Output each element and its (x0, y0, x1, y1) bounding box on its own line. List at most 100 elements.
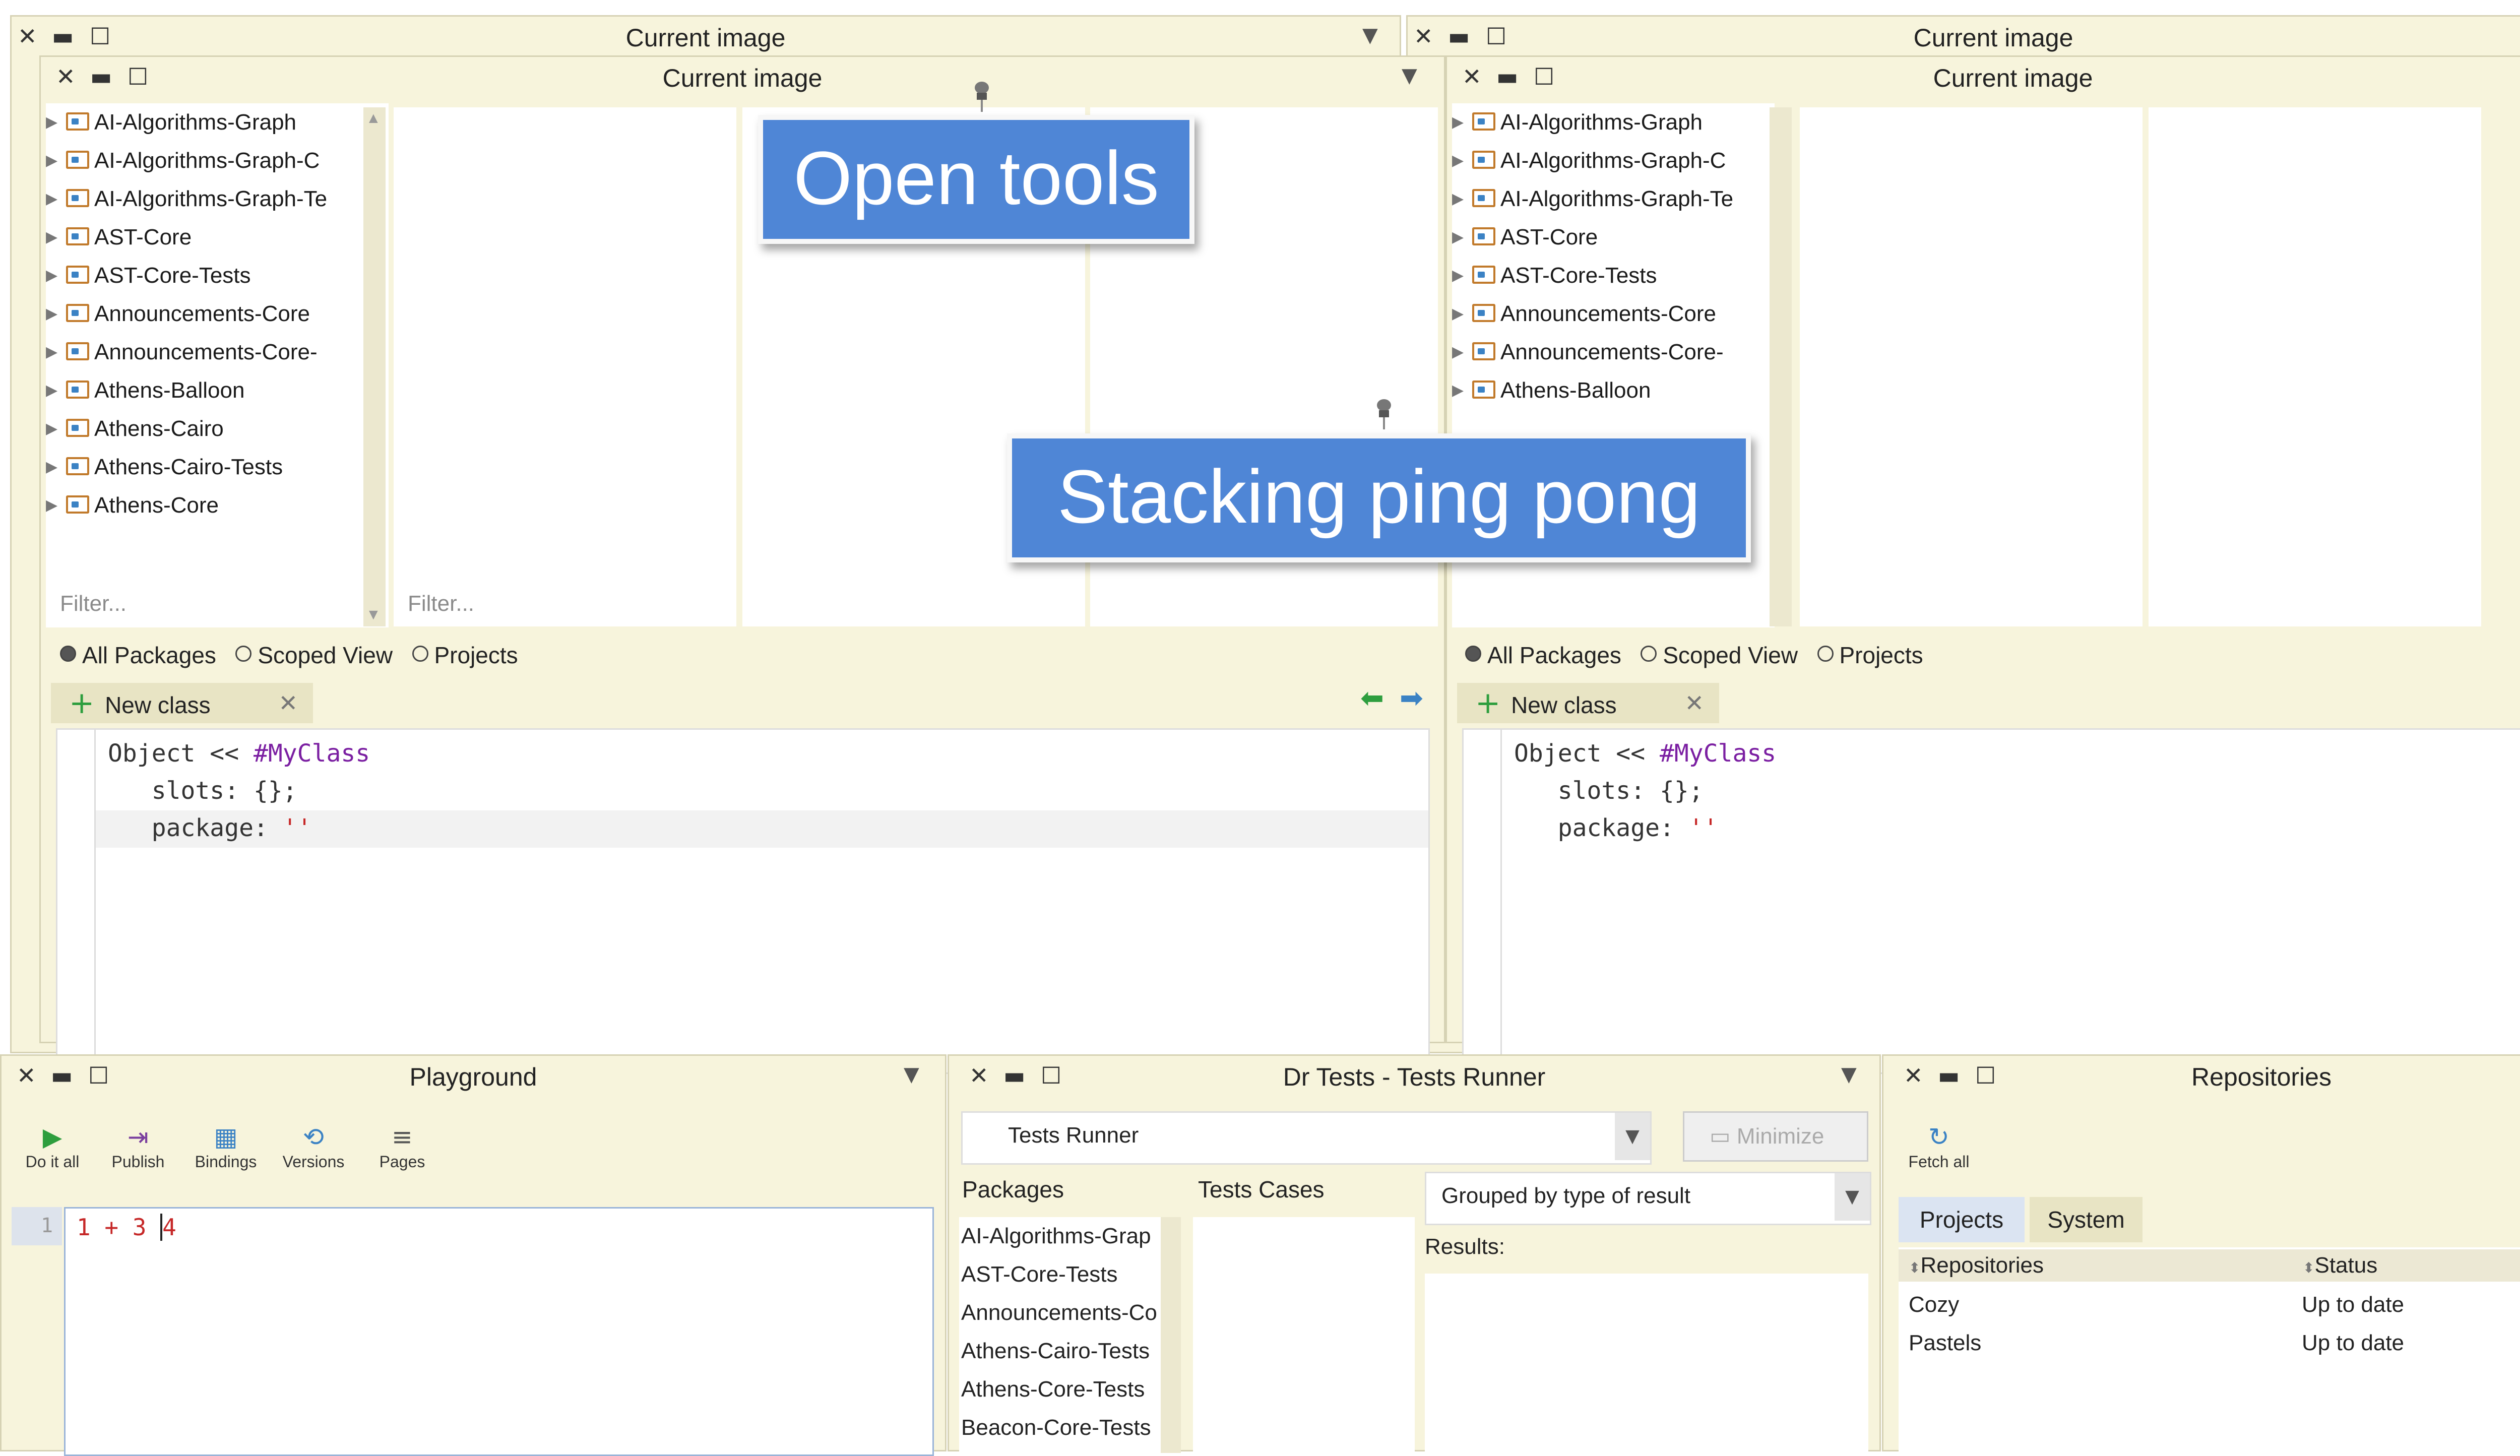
tab-projects[interactable]: Projects (1899, 1197, 2025, 1242)
col-repositories[interactable]: ⬍Repositories (1899, 1249, 2301, 1282)
package-label: AST-Core-Tests (94, 263, 251, 288)
group-select[interactable]: Grouped by type of result ▼ (1425, 1172, 1871, 1225)
package-label: AST-Core-Tests (1500, 263, 1657, 288)
repositories-table[interactable]: ⬍Repositories ⬍Status Cozy Up to date Pa… (1899, 1247, 2520, 1453)
expand-arrow-icon[interactable]: ▶ (46, 218, 66, 257)
class-list[interactable] (1800, 107, 2143, 626)
do-it-all-button[interactable]: ▶ Do it all (15, 1121, 90, 1171)
list-item[interactable]: Announcements-Co (961, 1294, 1163, 1332)
package-list[interactable]: ▶ AI-Algorithms-Graph ▶ AI-Algorithms-Graph… (46, 103, 389, 627)
expand-arrow-icon[interactable]: ▶ (46, 448, 66, 486)
expand-arrow-icon[interactable]: ▶ (46, 410, 66, 448)
pages-button[interactable]: ≡ Pages (364, 1121, 440, 1171)
list-item[interactable]: Beacon-Core-Tests (961, 1409, 1163, 1447)
chevron-down-icon[interactable]: ▼ (1841, 1063, 1857, 1086)
play-icon: ▶ (42, 1122, 62, 1152)
back-arrow-icon[interactable]: ⬅ (1360, 682, 1384, 715)
package-item[interactable]: ▶ AST-Core (1452, 218, 1759, 257)
expand-arrow-icon[interactable]: ▶ (46, 486, 66, 525)
package-item[interactable]: ▶ AST-Core-Tests (46, 257, 353, 295)
radio-projects[interactable] (412, 646, 428, 662)
radio-all-packages[interactable] (60, 646, 76, 662)
package-item[interactable]: ▶ AI-Algorithms-Graph-C (46, 142, 353, 180)
expand-arrow-icon[interactable]: ▶ (1452, 371, 1472, 410)
expand-arrow-icon[interactable]: ▶ (46, 295, 66, 333)
runner-select[interactable]: Tests Runner ▼ (961, 1111, 1652, 1165)
results-pane[interactable] (1425, 1274, 1868, 1453)
protocol-list[interactable] (2149, 107, 2481, 626)
close-tab-icon[interactable]: ✕ (1684, 683, 1704, 723)
scroll-down-icon[interactable]: ▼ (366, 606, 381, 623)
package-item[interactable]: ▶ AI-Algorithms-Graph-Te (1452, 180, 1759, 218)
package-item[interactable]: ▶ Athens-Balloon (1452, 371, 1759, 410)
expand-arrow-icon[interactable]: ▶ (1452, 333, 1472, 371)
expand-arrow-icon[interactable]: ▶ (46, 142, 66, 180)
list-item[interactable]: AI-Algorithms-Grap (961, 1217, 1163, 1255)
playground-editor[interactable]: 1 + 3 4 (64, 1207, 934, 1456)
expand-arrow-icon[interactable]: ▶ (1452, 103, 1472, 142)
package-scrollbar[interactable] (363, 107, 386, 626)
expand-arrow-icon[interactable]: ▶ (1452, 295, 1472, 333)
list-item[interactable]: AST-Core-Tests (961, 1255, 1163, 1294)
package-item[interactable]: ▶ Athens-Balloon (46, 371, 353, 410)
table-row[interactable]: Pastels Up to date (1909, 1324, 2520, 1362)
versions-button[interactable]: ⟲ Versions (276, 1121, 351, 1171)
code-line-1: Object << #MyClass (1514, 739, 1777, 768)
tab-system[interactable]: System (2030, 1197, 2143, 1242)
package-item[interactable]: ▶ Athens-Core (46, 486, 353, 525)
tab-new-class[interactable]: + New class ✕ (1457, 683, 1719, 723)
radio-scoped-view[interactable] (235, 646, 252, 662)
expand-arrow-icon[interactable]: ▶ (1452, 257, 1472, 295)
radio-projects[interactable] (1817, 646, 1834, 662)
minimize-button[interactable]: ▭ Minimize (1683, 1111, 1868, 1162)
close-icon[interactable]: ✕ (1904, 1062, 1923, 1089)
scroll-up-icon[interactable]: ▲ (366, 110, 381, 127)
chevron-down-icon[interactable]: ▼ (1362, 24, 1378, 47)
package-item[interactable]: ▶ AST-Core (46, 218, 353, 257)
code-editor[interactable]: Object << #MyClass slots: {}; package: '… (56, 728, 1430, 1074)
expand-arrow-icon[interactable]: ▶ (46, 180, 66, 218)
tab-new-class[interactable]: + New class ✕ (51, 683, 313, 723)
chevron-down-icon[interactable]: ▼ (1402, 64, 1417, 87)
package-item[interactable]: ▶ Announcements-Core- (46, 333, 353, 371)
close-tab-icon[interactable]: ✕ (278, 683, 298, 723)
packages-scrollbar[interactable] (1161, 1217, 1181, 1453)
list-item[interactable]: Athens-Core-Tests (961, 1370, 1163, 1409)
package-filter[interactable]: Filter... (60, 591, 127, 616)
package-scrollbar[interactable] (1770, 107, 1792, 626)
radio-scoped-view[interactable] (1641, 646, 1657, 662)
package-item[interactable]: ▶ AI-Algorithms-Graph-C (1452, 142, 1759, 180)
expand-arrow-icon[interactable]: ▶ (1452, 142, 1472, 180)
package-item[interactable]: ▶ Announcements-Core (46, 295, 353, 333)
class-filter[interactable]: Filter... (408, 591, 474, 616)
chevron-down-icon[interactable]: ▼ (904, 1063, 919, 1086)
packages-list[interactable]: AI-Algorithms-Grap AST-Core-Tests Announce… (959, 1217, 1181, 1453)
expand-arrow-icon[interactable]: ▶ (46, 371, 66, 410)
test-cases-list[interactable] (1193, 1217, 1415, 1453)
expand-arrow-icon[interactable]: ▶ (1452, 218, 1472, 257)
package-item[interactable]: ▶ Athens-Cairo (46, 410, 353, 448)
col-status[interactable]: ⬍Status (2293, 1249, 2520, 1282)
package-item[interactable]: ▶ Announcements-Core (1452, 295, 1759, 333)
forward-arrow-icon[interactable]: ➡ (1400, 682, 1423, 715)
package-item[interactable]: ▶ Announcements-Core- (1452, 333, 1759, 371)
fetch-all-button[interactable]: ↻ Fetch all (1899, 1121, 1979, 1171)
package-item[interactable]: ▶ AST-Core-Tests (1452, 257, 1759, 295)
sort-icon: ⬍ (1909, 1260, 1921, 1276)
list-item[interactable]: Athens-Cairo-Tests (961, 1332, 1163, 1370)
package-item[interactable]: ▶ Athens-Cairo-Tests (46, 448, 353, 486)
radio-all-packages[interactable] (1465, 646, 1481, 662)
expand-arrow-icon[interactable]: ▶ (46, 103, 66, 142)
expand-arrow-icon[interactable]: ▶ (46, 333, 66, 371)
table-row[interactable]: Cozy Up to date (1909, 1286, 2520, 1324)
class-list[interactable] (394, 107, 736, 626)
code-editor[interactable]: Object << #MyClass slots: {}; package: '… (1462, 728, 2520, 1074)
outer-titlebar-left: ✕ ▬ ☐ Current image ▼ (12, 17, 1400, 56)
package-item[interactable]: ▶ AI-Algorithms-Graph (46, 103, 353, 142)
package-item[interactable]: ▶ AI-Algorithms-Graph (1452, 103, 1759, 142)
bindings-button[interactable]: ▦ Bindings (188, 1121, 264, 1171)
package-item[interactable]: ▶ AI-Algorithms-Graph-Te (46, 180, 353, 218)
expand-arrow-icon[interactable]: ▶ (46, 257, 66, 295)
publish-button[interactable]: ⇥ Publish (100, 1121, 176, 1171)
expand-arrow-icon[interactable]: ▶ (1452, 180, 1472, 218)
